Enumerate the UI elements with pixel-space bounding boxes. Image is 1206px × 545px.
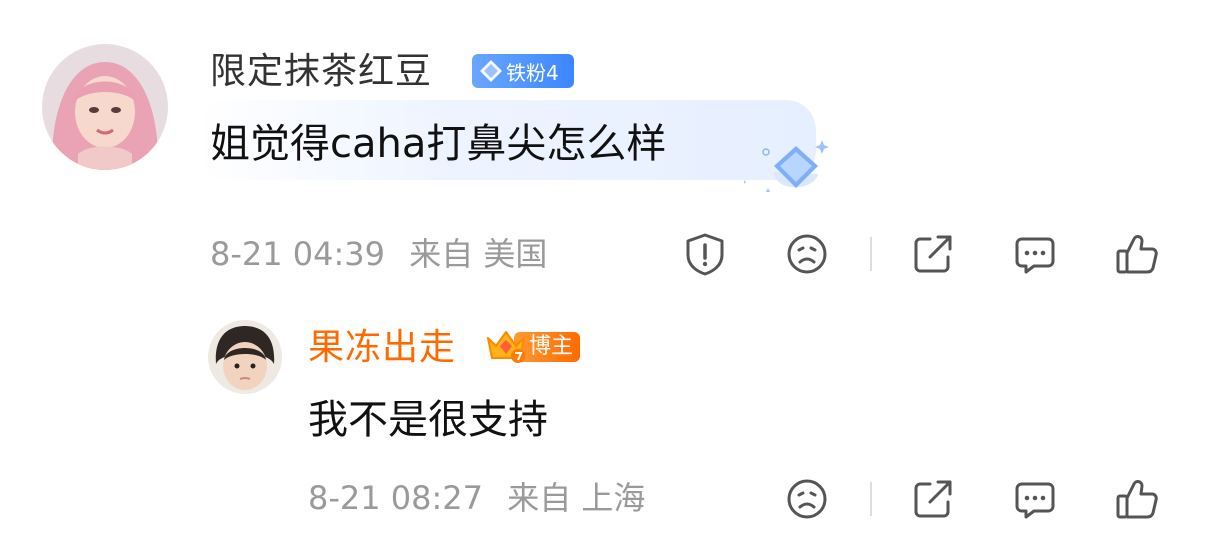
comment-location: 来自 美国 (409, 235, 548, 273)
chat-bubble-icon (1015, 482, 1055, 519)
reply-action-divider (870, 482, 872, 516)
reply-username[interactable]: 果冻出走 (308, 328, 456, 368)
reply-share-button[interactable] (910, 476, 956, 522)
like-button[interactable] (1114, 231, 1160, 277)
avatar-image (42, 44, 168, 170)
comment-meta: 8-21 04:39 来自 美国 (210, 236, 547, 272)
reply-comment-button[interactable] (1012, 476, 1058, 522)
reply-avatar-image (208, 320, 282, 394)
crown-icon (487, 331, 525, 363)
blogger-badge[interactable]: 博主 (484, 326, 580, 366)
fan-badge-label: 铁粉4 (506, 60, 559, 85)
shield-alert-icon (686, 233, 724, 276)
share-button[interactable] (910, 231, 956, 277)
dislike-button[interactable] (784, 231, 830, 277)
diamond-decoration-icon (744, 140, 829, 192)
thumbs-up-icon (1116, 235, 1158, 274)
frown-face-icon (787, 479, 827, 519)
diamond-icon (480, 60, 502, 82)
comment-text: 姐觉得caha打鼻尖怎么样 (210, 121, 667, 167)
reply-location: 来自 上海 (507, 479, 646, 517)
thumbs-up-icon (1116, 480, 1158, 519)
chat-bubble-icon (1015, 237, 1055, 274)
reply-text: 我不是很支持 (308, 397, 548, 443)
share-icon (914, 480, 952, 518)
frown-face-icon (787, 234, 827, 274)
comment-time: 8-21 04:39 (210, 235, 386, 273)
reply-dislike-button[interactable] (784, 476, 830, 522)
comment-username[interactable]: 限定抹茶红豆 (210, 52, 432, 92)
avatar[interactable] (42, 44, 168, 170)
fan-badge[interactable]: 铁粉4 (472, 54, 574, 88)
reply-like-button[interactable] (1114, 476, 1160, 522)
share-icon (914, 235, 952, 273)
comment-button[interactable] (1012, 231, 1058, 277)
reply-avatar[interactable] (208, 320, 282, 394)
report-button[interactable] (682, 231, 728, 277)
action-divider (870, 237, 872, 271)
reply-meta: 8-21 08:27 来自 上海 (308, 480, 645, 516)
reply-time: 8-21 08:27 (308, 479, 484, 517)
